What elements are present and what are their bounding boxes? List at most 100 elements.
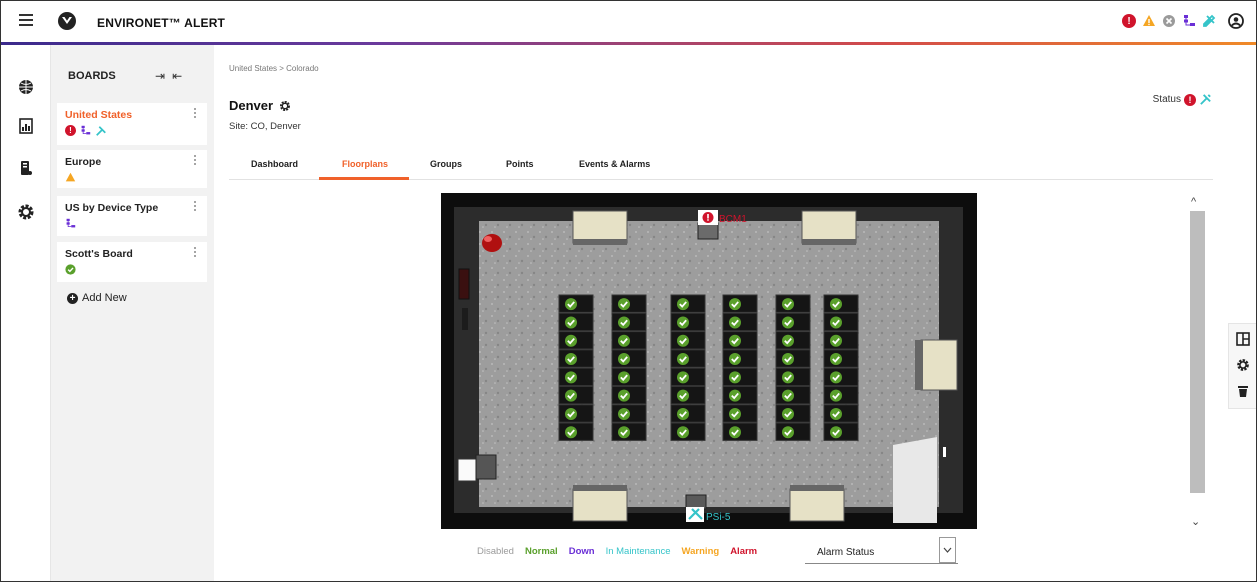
board-more-menu-icon[interactable] bbox=[194, 247, 198, 259]
rack-unit[interactable] bbox=[611, 294, 647, 313]
breadcrumb[interactable]: United States > Colorado bbox=[229, 64, 319, 73]
rack-unit[interactable] bbox=[823, 294, 859, 313]
wall-unit-white[interactable] bbox=[457, 458, 477, 482]
tab-events-alarms[interactable]: Events & Alarms bbox=[579, 159, 650, 169]
rack-unit[interactable] bbox=[611, 422, 647, 441]
rack-unit[interactable] bbox=[775, 367, 811, 386]
board-more-menu-icon[interactable] bbox=[194, 108, 198, 120]
rack-unit[interactable] bbox=[722, 404, 758, 423]
tab-groups[interactable]: Groups bbox=[430, 159, 462, 169]
legend-down[interactable]: Down bbox=[569, 546, 595, 557]
rack-unit[interactable] bbox=[722, 312, 758, 332]
gear-icon[interactable] bbox=[279, 100, 291, 112]
settings-icon[interactable] bbox=[17, 203, 35, 221]
maintenance-icon[interactable] bbox=[1202, 14, 1216, 28]
rack-unit[interactable] bbox=[558, 386, 594, 405]
rack-unit[interactable] bbox=[722, 294, 758, 313]
rack-unit[interactable] bbox=[722, 367, 758, 386]
down-icon[interactable] bbox=[1182, 14, 1196, 28]
layout-icon[interactable] bbox=[1236, 332, 1250, 346]
cooling-unit[interactable] bbox=[572, 210, 628, 245]
board-item-us-by-device-type[interactable]: US by Device Type bbox=[57, 196, 207, 236]
rack-unit[interactable] bbox=[722, 422, 758, 441]
bcm-label[interactable]: BCM1 bbox=[719, 214, 747, 225]
cooling-unit[interactable] bbox=[801, 210, 857, 245]
import-icon[interactable]: ⇥ bbox=[155, 69, 165, 83]
rack-unit[interactable] bbox=[611, 331, 647, 350]
legend-warning[interactable]: Warning bbox=[682, 546, 720, 557]
rack-unit[interactable] bbox=[670, 367, 706, 386]
rack-unit[interactable] bbox=[775, 349, 811, 368]
rack-unit[interactable] bbox=[670, 404, 706, 423]
globe-icon[interactable] bbox=[17, 78, 35, 96]
rack-unit[interactable] bbox=[823, 367, 859, 386]
rack-unit[interactable] bbox=[670, 349, 706, 368]
alarm-status-select[interactable]: Alarm Status bbox=[805, 537, 958, 564]
rack-unit[interactable] bbox=[558, 294, 594, 313]
scroll-down-arrow-icon[interactable]: ⌄ bbox=[1191, 515, 1200, 528]
rack-unit[interactable] bbox=[611, 367, 647, 386]
rack-unit[interactable] bbox=[823, 312, 859, 332]
rack-unit[interactable] bbox=[558, 422, 594, 441]
rack-unit[interactable] bbox=[558, 312, 594, 332]
psi-label[interactable]: PSi-5 bbox=[706, 512, 731, 523]
rack-unit[interactable] bbox=[670, 312, 706, 332]
rack-unit[interactable] bbox=[670, 331, 706, 350]
legend-normal[interactable]: Normal bbox=[525, 546, 558, 557]
rack-unit[interactable] bbox=[611, 349, 647, 368]
rack-unit[interactable] bbox=[558, 367, 594, 386]
board-more-menu-icon[interactable] bbox=[194, 201, 198, 213]
rack-unit[interactable] bbox=[775, 294, 811, 313]
rack-unit[interactable] bbox=[611, 386, 647, 405]
rack-unit[interactable] bbox=[611, 404, 647, 423]
hamburger-menu-icon[interactable] bbox=[19, 14, 33, 28]
reports-icon[interactable] bbox=[17, 117, 35, 135]
rack-unit[interactable] bbox=[775, 312, 811, 332]
legend-in-maintenance[interactable]: In Maintenance bbox=[606, 546, 671, 557]
trash-icon[interactable] bbox=[1236, 384, 1250, 398]
chevron-down-icon[interactable] bbox=[939, 537, 956, 563]
disabled-icon[interactable] bbox=[1162, 14, 1176, 28]
tab-points[interactable]: Points bbox=[506, 159, 534, 169]
floorplan-canvas[interactable]: BCM1 PSi-5 bbox=[441, 193, 977, 529]
cooling-unit[interactable] bbox=[915, 339, 958, 391]
alarm-icon[interactable]: ! bbox=[1184, 93, 1196, 106]
bcm-device[interactable] bbox=[697, 210, 719, 240]
warning-icon[interactable] bbox=[1142, 14, 1156, 28]
cooling-unit[interactable] bbox=[572, 485, 628, 522]
beacon-icon[interactable] bbox=[482, 234, 502, 252]
board-item-scotts-board[interactable]: Scott's Board bbox=[57, 242, 207, 282]
alarm-icon[interactable]: ! bbox=[1122, 14, 1136, 28]
maintenance-icon[interactable] bbox=[1199, 93, 1212, 106]
legend-disabled[interactable]: Disabled bbox=[477, 546, 514, 557]
devices-icon[interactable] bbox=[17, 159, 35, 177]
wall-unit-grey[interactable] bbox=[475, 454, 497, 480]
rack-unit[interactable] bbox=[722, 349, 758, 368]
rack-unit[interactable] bbox=[558, 331, 594, 350]
rack-unit[interactable] bbox=[670, 294, 706, 313]
rack-unit[interactable] bbox=[775, 386, 811, 405]
gear-icon[interactable] bbox=[1236, 358, 1250, 372]
rack-unit[interactable] bbox=[823, 404, 859, 423]
rack-unit[interactable] bbox=[722, 331, 758, 350]
rack-unit[interactable] bbox=[823, 386, 859, 405]
rack-unit[interactable] bbox=[558, 349, 594, 368]
user-icon[interactable] bbox=[1228, 13, 1244, 29]
psi-device[interactable] bbox=[685, 494, 707, 522]
board-more-menu-icon[interactable] bbox=[194, 155, 198, 167]
rack-unit[interactable] bbox=[722, 386, 758, 405]
rack-unit[interactable] bbox=[611, 312, 647, 332]
rack-unit[interactable] bbox=[775, 404, 811, 423]
legend-alarm[interactable]: Alarm bbox=[730, 546, 757, 557]
rack-unit[interactable] bbox=[823, 349, 859, 368]
rack-unit[interactable] bbox=[558, 404, 594, 423]
rack-unit[interactable] bbox=[670, 386, 706, 405]
scroll-up-arrow-icon[interactable]: ^ bbox=[1191, 196, 1196, 208]
rack-unit[interactable] bbox=[823, 331, 859, 350]
cooling-unit[interactable] bbox=[789, 485, 845, 522]
tab-dashboard[interactable]: Dashboard bbox=[251, 159, 298, 169]
rack-unit[interactable] bbox=[823, 422, 859, 441]
add-new-board-button[interactable]: + Add New bbox=[67, 292, 127, 304]
rack-unit[interactable] bbox=[670, 422, 706, 441]
export-icon[interactable]: ⇤ bbox=[172, 69, 182, 83]
